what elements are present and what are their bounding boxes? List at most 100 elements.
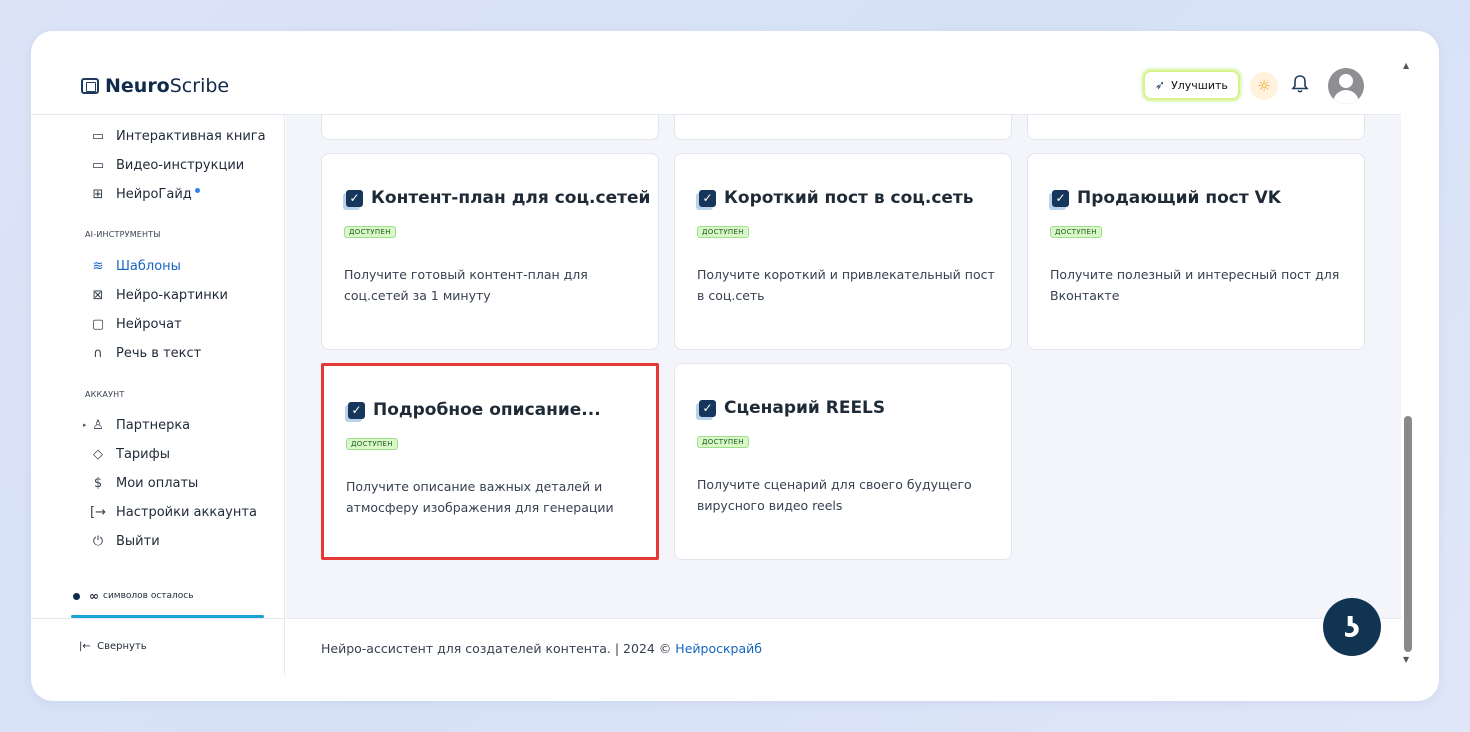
template-card-detailed-description[interactable]: ✓ Подробное описание... ДОСТУПЕН Получите… <box>321 363 659 560</box>
sidebar-item-label: Настройки аккаунта <box>116 504 257 520</box>
video-icon: ▭ <box>91 157 105 173</box>
card-description: Получите описание важных деталей и атмос… <box>346 479 614 515</box>
headphones-icon: ∩ <box>93 345 103 361</box>
template-card-partial[interactable] <box>321 115 659 140</box>
user-avatar[interactable] <box>1328 68 1364 104</box>
card-description: Получите полезный и интересный пост для … <box>1050 267 1340 303</box>
new-indicator-dot <box>194 187 200 193</box>
sidebar-item-neuroguide[interactable]: ⊞ НейроГайд <box>89 183 200 205</box>
section-label-ai-tools: AI-ИНСТРУМЕНТЫ <box>85 230 161 239</box>
sidebar-item-label: Выйти <box>116 533 160 549</box>
card-description: Получите готовый контент-план для соц.се… <box>344 267 588 303</box>
collapse-sidebar-button[interactable]: |← Свернуть <box>79 641 147 652</box>
card-title: Подробное описание... <box>373 400 601 420</box>
sidebar-item-account-settings[interactable]: [→ Настройки аккаунта <box>89 501 257 523</box>
template-card-partial[interactable] <box>674 115 1012 140</box>
upgrade-button[interactable]: ➶ Улучшить <box>1143 70 1240 100</box>
expand-caret-icon[interactable]: ▸ <box>83 421 87 429</box>
template-card-short-post[interactable]: ✓ Короткий пост в соц.сеть ДОСТУПЕН Получ… <box>674 153 1012 350</box>
sidebar: ▭ Интерактивная книга ▭ Видео-инструкции… <box>31 115 285 675</box>
section-label-account: АККАУНТ <box>85 390 125 399</box>
status-badge: ДОСТУПЕН <box>697 226 749 238</box>
sidebar-item-label: Нейрочат <box>116 316 182 332</box>
sidebar-item-neurochat[interactable]: ▢ Нейрочат <box>89 313 182 335</box>
card-title-row: ✓ Контент-план для соц.сетей <box>346 188 650 208</box>
sidebar-item-label: Партнерка <box>116 417 191 433</box>
logo-brand-bold: Neuro <box>105 75 170 97</box>
card-title: Сценарий REELS <box>724 398 886 418</box>
theme-toggle-sun-icon[interactable]: ☼ <box>1250 72 1278 100</box>
top-header: Neuro Scribe ➶ Улучшить ☼ <box>31 31 1401 115</box>
logo-icon <box>81 78 99 94</box>
status-dot <box>73 592 80 600</box>
sidebar-item-speech-to-text[interactable]: ∩ Речь в текст <box>89 342 201 364</box>
template-card-selling-post-vk[interactable]: ✓ Продающий пост VK ДОСТУПЕН Получите пол… <box>1027 153 1365 350</box>
symbols-remaining: ∞ символов осталось <box>73 589 194 603</box>
scrollbar-thumb[interactable] <box>1404 416 1412 652</box>
upgrade-label: Улучшить <box>1171 78 1228 92</box>
logo-brand-light: Scribe <box>169 75 230 97</box>
checkbox-icon: ✓ <box>699 189 716 207</box>
scroll-down-arrow-icon[interactable]: ▼ <box>1403 655 1409 664</box>
page-footer: Нейро-ассистент для создателей контента.… <box>286 618 1401 675</box>
checkbox-icon: ✓ <box>346 189 363 207</box>
footer-link[interactable]: Нейроскрайб <box>675 641 762 656</box>
collapse-icon: |← <box>79 641 91 652</box>
card-description: Получите сценарий для своего будущего ви… <box>697 477 972 513</box>
card-title: Контент-план для соц.сетей <box>371 188 651 208</box>
sidebar-item-label: Интерактивная книга <box>116 128 266 144</box>
templates-grid: ✓ Контент-план для соц.сетей ДОСТУПЕН Пол… <box>286 115 1401 618</box>
sidebar-item-video-instructions[interactable]: ▭ Видео-инструкции <box>89 154 244 176</box>
sidebar-item-templates[interactable]: ≋ Шаблоны <box>89 255 181 277</box>
guide-icon: ⊞ <box>92 186 104 202</box>
layers-icon: ≋ <box>92 258 104 274</box>
sidebar-item-label: НейроГайд <box>116 186 192 202</box>
sidebar-item-logout[interactable]: ⏻ Выйти <box>89 530 160 552</box>
footer-text: Нейро-ассистент для создателей контента.… <box>321 641 762 656</box>
sidebar-item-label: Тарифы <box>116 446 170 462</box>
sidebar-item-label: Видео-инструкции <box>116 157 245 173</box>
book-icon: ▭ <box>91 128 105 144</box>
card-title-row: ✓ Подробное описание... <box>348 400 601 420</box>
card-title: Короткий пост в соц.сеть <box>724 188 974 208</box>
status-badge: ДОСТУПЕН <box>344 226 396 238</box>
card-title-row: ✓ Продающий пост VK <box>1052 188 1281 208</box>
template-card-partial[interactable] <box>1027 115 1365 140</box>
logo[interactable]: Neuro Scribe <box>81 75 229 97</box>
sidebar-item-label: Мои оплаты <box>116 475 199 491</box>
template-card-content-plan[interactable]: ✓ Контент-план для соц.сетей ДОСТУПЕН Пол… <box>321 153 659 350</box>
users-icon: ♙ <box>92 417 104 433</box>
sidebar-item-label: Речь в текст <box>116 345 202 361</box>
sidebar-item-neuro-images[interactable]: ⊠ Нейро-картинки <box>89 284 228 306</box>
status-badge: ДОСТУПЕН <box>697 436 749 448</box>
collapse-label: Свернуть <box>97 641 147 652</box>
checkbox-icon: ✓ <box>1052 189 1069 207</box>
scroll-up-arrow-icon[interactable]: ▲ <box>1403 61 1409 70</box>
card-title: Продающий пост VK <box>1077 188 1281 208</box>
dollar-icon: $ <box>93 475 103 491</box>
checkbox-icon: ✓ <box>699 399 716 417</box>
sidebar-item-partners[interactable]: ♙ Партнерка <box>89 414 190 436</box>
footer-copyright: Нейро-ассистент для создателей контента.… <box>321 641 676 656</box>
sidebar-item-tariffs[interactable]: ◇ Тарифы <box>89 443 170 465</box>
status-badge: ДОСТУПЕН <box>1050 226 1102 238</box>
power-icon: ⏻ <box>92 533 104 549</box>
settings-icon: [→ <box>90 504 106 520</box>
symbols-value: ∞ <box>89 589 99 603</box>
tag-icon: ◇ <box>93 446 103 462</box>
symbols-label: символов осталось <box>103 591 194 601</box>
sidebar-item-interactive-book[interactable]: ▭ Интерактивная книга <box>89 125 266 147</box>
notifications-bell-icon[interactable] <box>1289 74 1311 98</box>
template-card-reels-script[interactable]: ✓ Сценарий REELS ДОСТУПЕН Получите сценар… <box>674 363 1012 560</box>
support-chat-button[interactable]: ʖ <box>1323 598 1381 656</box>
chat-icon: ▢ <box>91 316 105 332</box>
app-window: Neuro Scribe ➶ Улучшить ☼ ▭ Интерактивная… <box>31 31 1439 701</box>
card-description: Получите короткий и привлекательный пост… <box>697 267 995 303</box>
sidebar-item-payments[interactable]: $ Мои оплаты <box>89 472 198 494</box>
sidebar-item-label: Шаблоны <box>116 258 181 274</box>
card-title-row: ✓ Сценарий REELS <box>699 398 885 418</box>
sidebar-footer: |← Свернуть <box>31 618 285 675</box>
card-title-row: ✓ Короткий пост в соц.сеть <box>699 188 974 208</box>
image-icon: ⊠ <box>92 287 104 303</box>
rocket-icon: ➶ <box>1155 78 1166 92</box>
